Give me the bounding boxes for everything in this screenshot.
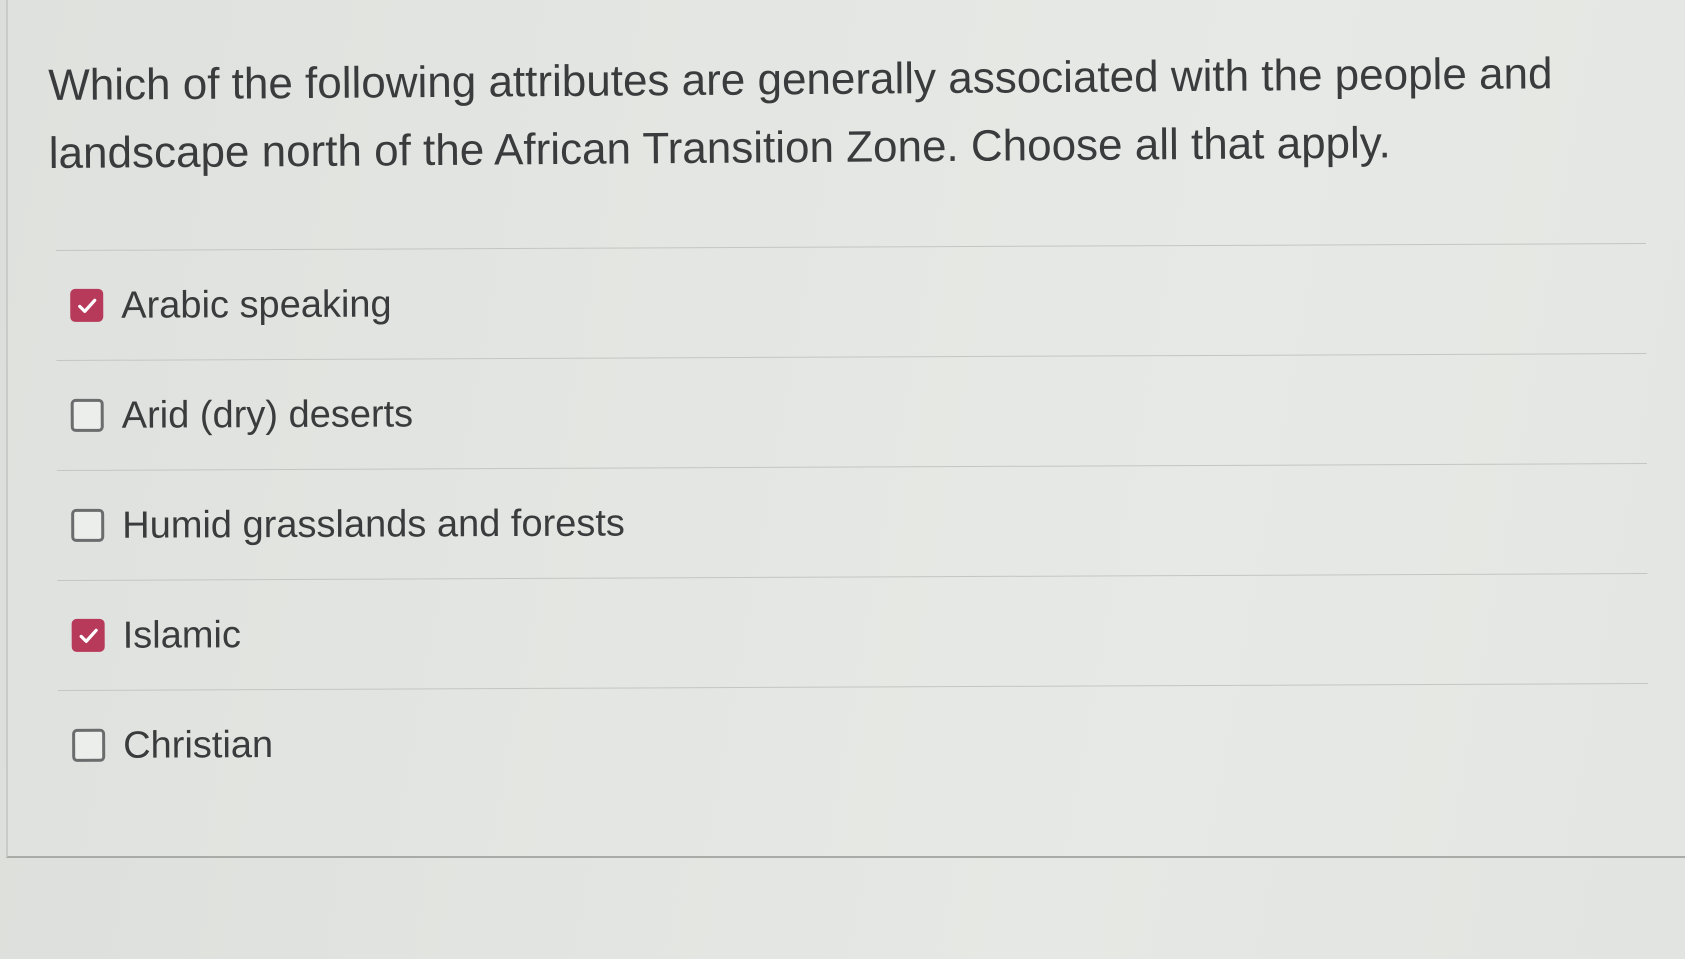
option-label: Arabic speaking — [121, 283, 392, 327]
option-label: Arid (dry) deserts — [121, 392, 414, 437]
option-arid-deserts[interactable]: Arid (dry) deserts — [56, 354, 1646, 470]
checkbox[interactable] — [70, 398, 104, 432]
checkmark-icon — [79, 628, 98, 643]
question-text: Which of the following attributes are ge… — [48, 49, 1553, 178]
question-card: Which of the following attributes are ge… — [6, 0, 1685, 858]
checkbox[interactable] — [71, 618, 105, 652]
option-label: Islamic — [122, 613, 242, 657]
checkbox[interactable] — [71, 508, 105, 542]
option-humid-grasslands[interactable]: Humid grasslands and forests — [57, 464, 1647, 580]
option-label: Humid grasslands and forests — [122, 502, 625, 547]
option-islamic[interactable]: Islamic — [57, 574, 1647, 690]
checkbox[interactable] — [70, 288, 104, 322]
option-label: Christian — [123, 723, 274, 767]
option-christian[interactable]: Christian — [58, 684, 1648, 800]
answer-options: Arabic speaking Arid (dry) deserts Humid… — [56, 243, 1648, 800]
checkmark-icon — [77, 298, 96, 313]
option-arabic-speaking[interactable]: Arabic speaking — [56, 244, 1646, 360]
checkbox[interactable] — [72, 728, 106, 762]
